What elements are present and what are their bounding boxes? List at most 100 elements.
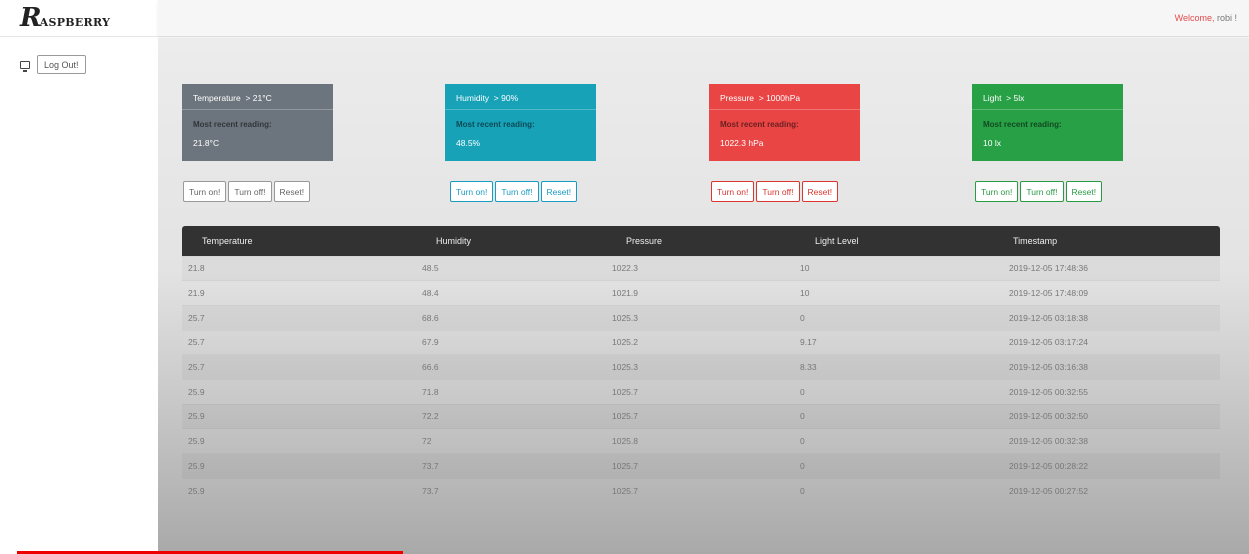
card-header: Humidity > 90% <box>445 84 596 110</box>
table-cell: 1025.2 <box>612 337 638 348</box>
table-cell: 10 <box>800 263 810 274</box>
recent-label: Most recent reading: <box>193 120 272 129</box>
table-cell: 1025.7 <box>612 386 638 397</box>
table-cell: 1025.3 <box>612 312 638 323</box>
table-cell: 25.9 <box>188 485 205 496</box>
pressure-turn-off-button[interactable]: Turn off! <box>756 181 800 202</box>
table-row: 25.9 72 1025.8 0 2019-12-05 00:32:38 <box>182 429 1220 454</box>
humidity-reset-button[interactable]: Reset! <box>540 181 578 202</box>
table-cell: 1022.3 <box>612 263 638 274</box>
table-header-row: Temperature Humidity Pressure Light Leve… <box>182 226 1220 256</box>
table-cell: 1025.3 <box>612 362 638 373</box>
card-header: Temperature > 21°C <box>182 84 333 110</box>
humidity-turn-off-button[interactable]: Turn off! <box>495 181 539 202</box>
table-cell: 72.2 <box>422 411 439 422</box>
recent-value: 10 lx <box>983 138 1001 148</box>
temperature-turn-off-button[interactable]: Turn off! <box>228 181 272 202</box>
app-logo[interactable]: R ASPBERRY <box>0 0 158 37</box>
logout-button[interactable]: Log Out! <box>37 55 86 74</box>
monitor-icon <box>20 60 30 72</box>
recent-label: Most recent reading: <box>983 120 1062 129</box>
table-cell: 2019-12-05 00:28:22 <box>1009 460 1088 471</box>
recent-label: Most recent reading: <box>456 120 535 129</box>
card-threshold: > 21°C <box>245 93 272 103</box>
temperature-card: Temperature > 21°C Most recent reading: … <box>182 84 333 161</box>
recent-value: 1022.3 hPa <box>720 138 764 148</box>
table-cell: 73.7 <box>422 485 439 496</box>
table-row: 25.7 68.6 1025.3 0 2019-12-05 03:18:38 <box>182 305 1220 330</box>
table-cell: 73.7 <box>422 460 439 471</box>
sidebar: R ASPBERRY Log Out! <box>0 0 158 554</box>
readings-table: Temperature Humidity Pressure Light Leve… <box>182 226 1220 504</box>
table-row: 25.9 73.7 1025.7 0 2019-12-05 00:28:22 <box>182 454 1220 479</box>
pressure-controls: Turn on! Turn off! Reset! <box>711 181 839 202</box>
light-turn-off-button[interactable]: Turn off! <box>1020 181 1064 202</box>
card-header: Pressure > 1000hPa <box>709 84 860 110</box>
table-cell: 25.9 <box>188 436 205 447</box>
table-cell: 21.9 <box>188 288 205 299</box>
temperature-controls: Turn on! Turn off! Reset! <box>183 181 311 202</box>
table-cell: 0 <box>800 485 805 496</box>
table-cell: 25.9 <box>188 460 205 471</box>
humidity-controls: Turn on! Turn off! Reset! <box>450 181 578 202</box>
table-cell: 25.7 <box>188 362 205 373</box>
pressure-turn-on-button[interactable]: Turn on! <box>711 181 755 202</box>
table-cell: 71.8 <box>422 386 439 397</box>
table-cell: 9.17 <box>800 337 817 348</box>
light-reset-button[interactable]: Reset! <box>1065 181 1103 202</box>
table-cell: 8.33 <box>800 362 817 373</box>
table-cell: 67.9 <box>422 337 439 348</box>
card-title: Temperature <box>193 93 241 103</box>
table-cell: 25.7 <box>188 312 205 323</box>
humidity-turn-on-button[interactable]: Turn on! <box>450 181 494 202</box>
welcome-user: robi ! <box>1216 13 1237 23</box>
table-row: 25.9 71.8 1025.7 0 2019-12-05 00:32:55 <box>182 379 1220 404</box>
light-controls: Turn on! Turn off! Reset! <box>975 181 1103 202</box>
table-cell: 2019-12-05 00:27:52 <box>1009 485 1088 496</box>
column-header: Humidity <box>436 235 472 246</box>
card-title: Light <box>983 93 1002 103</box>
table-cell: 48.4 <box>422 288 439 299</box>
table-cell: 2019-12-05 17:48:09 <box>1009 288 1088 299</box>
table-cell: 1025.8 <box>612 436 638 447</box>
table-cell: 68.6 <box>422 312 439 323</box>
table-cell: 2019-12-05 17:48:36 <box>1009 263 1088 274</box>
card-title: Pressure <box>720 93 755 103</box>
table-cell: 0 <box>800 411 805 422</box>
table-cell: 10 <box>800 288 810 299</box>
column-header: Temperature <box>202 235 253 246</box>
welcome-message: Welcome, robi ! <box>1175 13 1237 23</box>
table-cell: 2019-12-05 03:17:24 <box>1009 337 1088 348</box>
table-cell: 2019-12-05 03:18:38 <box>1009 312 1088 323</box>
main-content: Temperature > 21°C Most recent reading: … <box>158 38 1249 554</box>
light-turn-on-button[interactable]: Turn on! <box>975 181 1019 202</box>
temperature-turn-on-button[interactable]: Turn on! <box>183 181 227 202</box>
table-cell: 21.8 <box>188 263 205 274</box>
table-cell: 2019-12-05 03:16:38 <box>1009 362 1088 373</box>
table-row: 21.9 48.4 1021.9 10 2019-12-05 17:48:09 <box>182 281 1220 306</box>
logo-mark: R <box>20 3 42 33</box>
table-row: 25.9 73.7 1025.7 0 2019-12-05 00:27:52 <box>182 478 1220 503</box>
table-cell: 0 <box>800 312 805 323</box>
table-row: 25.7 67.9 1025.2 9.17 2019-12-05 03:17:24 <box>182 330 1220 355</box>
logo-text: ASPBERRY <box>39 15 111 29</box>
pressure-reset-button[interactable]: Reset! <box>801 181 839 202</box>
table-cell: 66.6 <box>422 362 439 373</box>
recent-label: Most recent reading: <box>720 120 799 129</box>
table-cell: 1021.9 <box>612 288 638 299</box>
recent-value: 21.8°C <box>193 138 220 148</box>
table-cell: 0 <box>800 460 805 471</box>
table-cell: 48.5 <box>422 263 439 274</box>
table-cell: 2019-12-05 00:32:50 <box>1009 411 1088 422</box>
card-threshold: > 5lx <box>1006 93 1025 103</box>
light-card: Light > 5lx Most recent reading: 10 lx <box>972 84 1123 161</box>
table-row: 21.8 48.5 1022.3 10 2019-12-05 17:48:36 <box>182 256 1220 281</box>
table-cell: 2019-12-05 00:32:38 <box>1009 436 1088 447</box>
column-header: Timestamp <box>1013 235 1058 246</box>
table-cell: 0 <box>800 386 805 397</box>
temperature-reset-button[interactable]: Reset! <box>273 181 311 202</box>
humidity-card: Humidity > 90% Most recent reading: 48.5… <box>445 84 596 161</box>
table-cell: 1025.7 <box>612 485 638 496</box>
table-cell: 1025.7 <box>612 411 638 422</box>
top-bar: Welcome, robi ! <box>158 0 1249 37</box>
